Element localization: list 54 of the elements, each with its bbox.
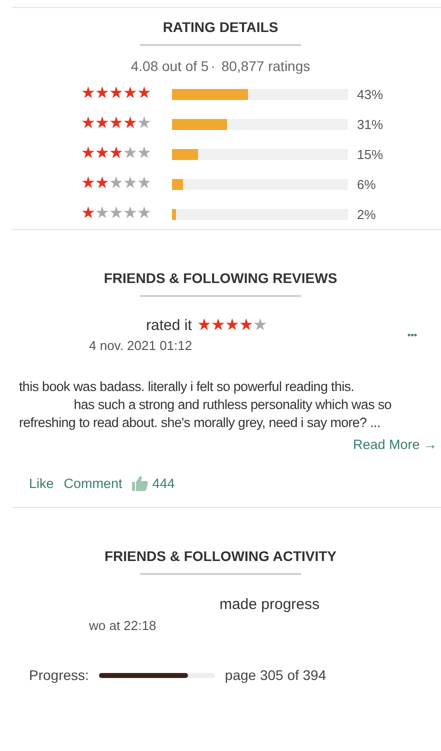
star-icon: ★	[81, 176, 95, 192]
star-icon: ★	[109, 206, 123, 222]
page-progress: page 305 of 394	[224, 667, 326, 683]
rating-percent: 15%	[357, 146, 384, 162]
like-count: 444	[152, 476, 175, 491]
star-icon: ★	[123, 206, 137, 222]
star-icon: ★	[210, 318, 225, 334]
progress-label: Progress:	[29, 667, 89, 683]
star-icon: ★	[81, 116, 95, 132]
review-date: 4 nov. 2021 01:12	[89, 338, 194, 353]
star-icon: ★	[95, 176, 109, 192]
rated-label: rated it	[146, 317, 192, 334]
section-title: FRIENDS & FOLLOWING ACTIVITY	[104, 548, 337, 564]
star-icon: ★	[95, 206, 109, 222]
star-icon: ★	[196, 318, 211, 334]
separator-dot: ·	[210, 58, 216, 74]
star-icon: ★	[81, 206, 95, 222]
star-icon: ★	[137, 86, 151, 102]
star-icon: ★	[137, 206, 151, 222]
star-icon: ★	[95, 86, 109, 102]
star-icon: ★	[123, 86, 137, 102]
read-more-link[interactable]: Read More →	[352, 437, 437, 452]
star-icon: ★	[137, 146, 151, 162]
more-options-button[interactable]: •••	[404, 328, 421, 342]
star-icon: ★	[109, 116, 123, 132]
section-title: FRIENDS & FOLLOWING REVIEWS	[104, 270, 338, 286]
review-action-link[interactable]: Comment	[64, 476, 122, 491]
review-text: this book was badass. literally i felt so powerful reading this. has such a strong and ruthless personality which was so refreshing to read about. she's morally grey, need i say more? ...	[19, 378, 392, 432]
section-title: RATING DETAILS	[162, 19, 278, 35]
review-action-link[interactable]: Like	[29, 476, 54, 491]
star-icon: ★	[123, 146, 137, 162]
star-icon: ★	[238, 318, 253, 334]
star-icon: ★	[123, 176, 137, 192]
star-icon: ★	[123, 116, 137, 132]
rating-percent: 43%	[357, 86, 384, 102]
activity-time: wo at 22:18	[89, 618, 156, 633]
star-icon: ★	[109, 146, 123, 162]
star-icon: ★	[81, 86, 95, 102]
star-icon: ★	[95, 146, 109, 162]
star-icon: ★	[109, 176, 123, 192]
star-icon: ★	[137, 176, 151, 192]
star-icon: ★	[81, 146, 95, 162]
rating-percent: 6%	[357, 176, 376, 192]
star-icon: ★	[252, 318, 267, 334]
thumbs-up-icon	[132, 476, 148, 491]
ratings-count: 80,877 ratings	[221, 58, 310, 74]
star-icon: ★	[137, 116, 151, 132]
rating-percent: 2%	[357, 206, 376, 222]
star-icon: ★	[224, 318, 239, 334]
star-icon: ★	[95, 116, 109, 132]
activity-action: made progress	[219, 596, 320, 613]
star-icon: ★	[109, 86, 123, 102]
average-rating: 4.08 out of 5	[130, 58, 209, 74]
rating-percent: 31%	[357, 116, 384, 132]
